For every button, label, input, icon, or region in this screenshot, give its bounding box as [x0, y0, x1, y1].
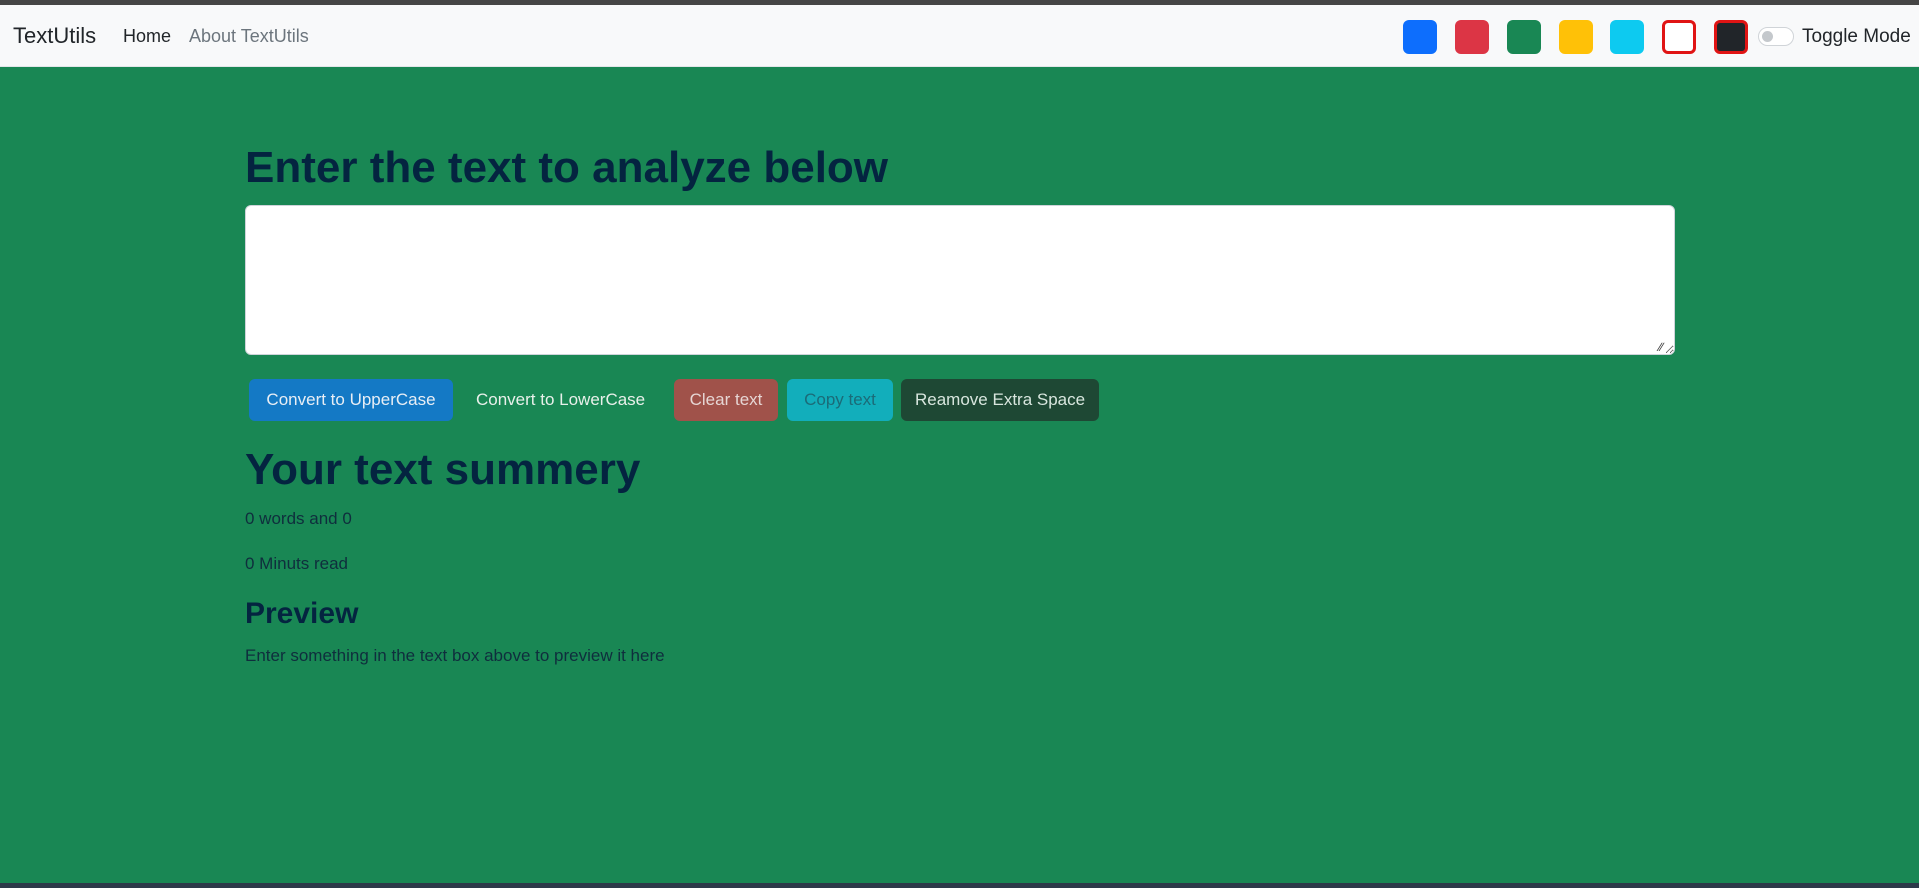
brand-logo-text[interactable]: TextUtils — [13, 23, 96, 49]
resize-grip-icon[interactable]: ∕∕ — [1659, 341, 1671, 353]
preview-heading: Preview — [245, 597, 359, 630]
remove-extra-space-button[interactable]: Reamove Extra Space — [901, 379, 1099, 421]
color-swatch-blue[interactable] — [1403, 20, 1437, 54]
color-swatch-green[interactable] — [1507, 20, 1541, 54]
convert-uppercase-button[interactable]: Convert to UpperCase — [249, 379, 453, 421]
nav-link-home[interactable]: Home — [123, 26, 171, 47]
word-count-text: 0 words and 0 — [245, 509, 352, 528]
copy-text-button[interactable]: Copy text — [787, 379, 893, 421]
convert-lowercase-button[interactable]: Convert to LowerCase — [462, 379, 658, 421]
dark-mode-toggle-switch[interactable] — [1758, 27, 1794, 46]
clear-text-button[interactable]: Clear text — [674, 379, 778, 421]
window-bottom-border — [0, 883, 1919, 888]
color-swatch-red[interactable] — [1455, 20, 1489, 54]
color-swatch-cyan[interactable] — [1610, 20, 1644, 54]
color-swatch-yellow[interactable] — [1559, 20, 1593, 54]
toggle-knob — [1762, 31, 1773, 42]
color-swatch-dark[interactable] — [1714, 20, 1748, 54]
preview-text: Enter something in the text box above to… — [245, 646, 665, 665]
page-heading: Enter the text to analyze below — [245, 143, 889, 192]
nav-link-about[interactable]: About TextUtils — [189, 26, 309, 47]
color-swatch-white[interactable] — [1662, 20, 1696, 54]
navbar: TextUtils Home About TextUtils Toggle Mo… — [0, 5, 1919, 67]
summary-heading: Your text summery — [245, 445, 641, 494]
read-time-text: 0 Minuts read — [245, 554, 348, 573]
text-input-area[interactable] — [245, 205, 1675, 355]
toggle-mode-label: Toggle Mode — [1802, 26, 1911, 47]
